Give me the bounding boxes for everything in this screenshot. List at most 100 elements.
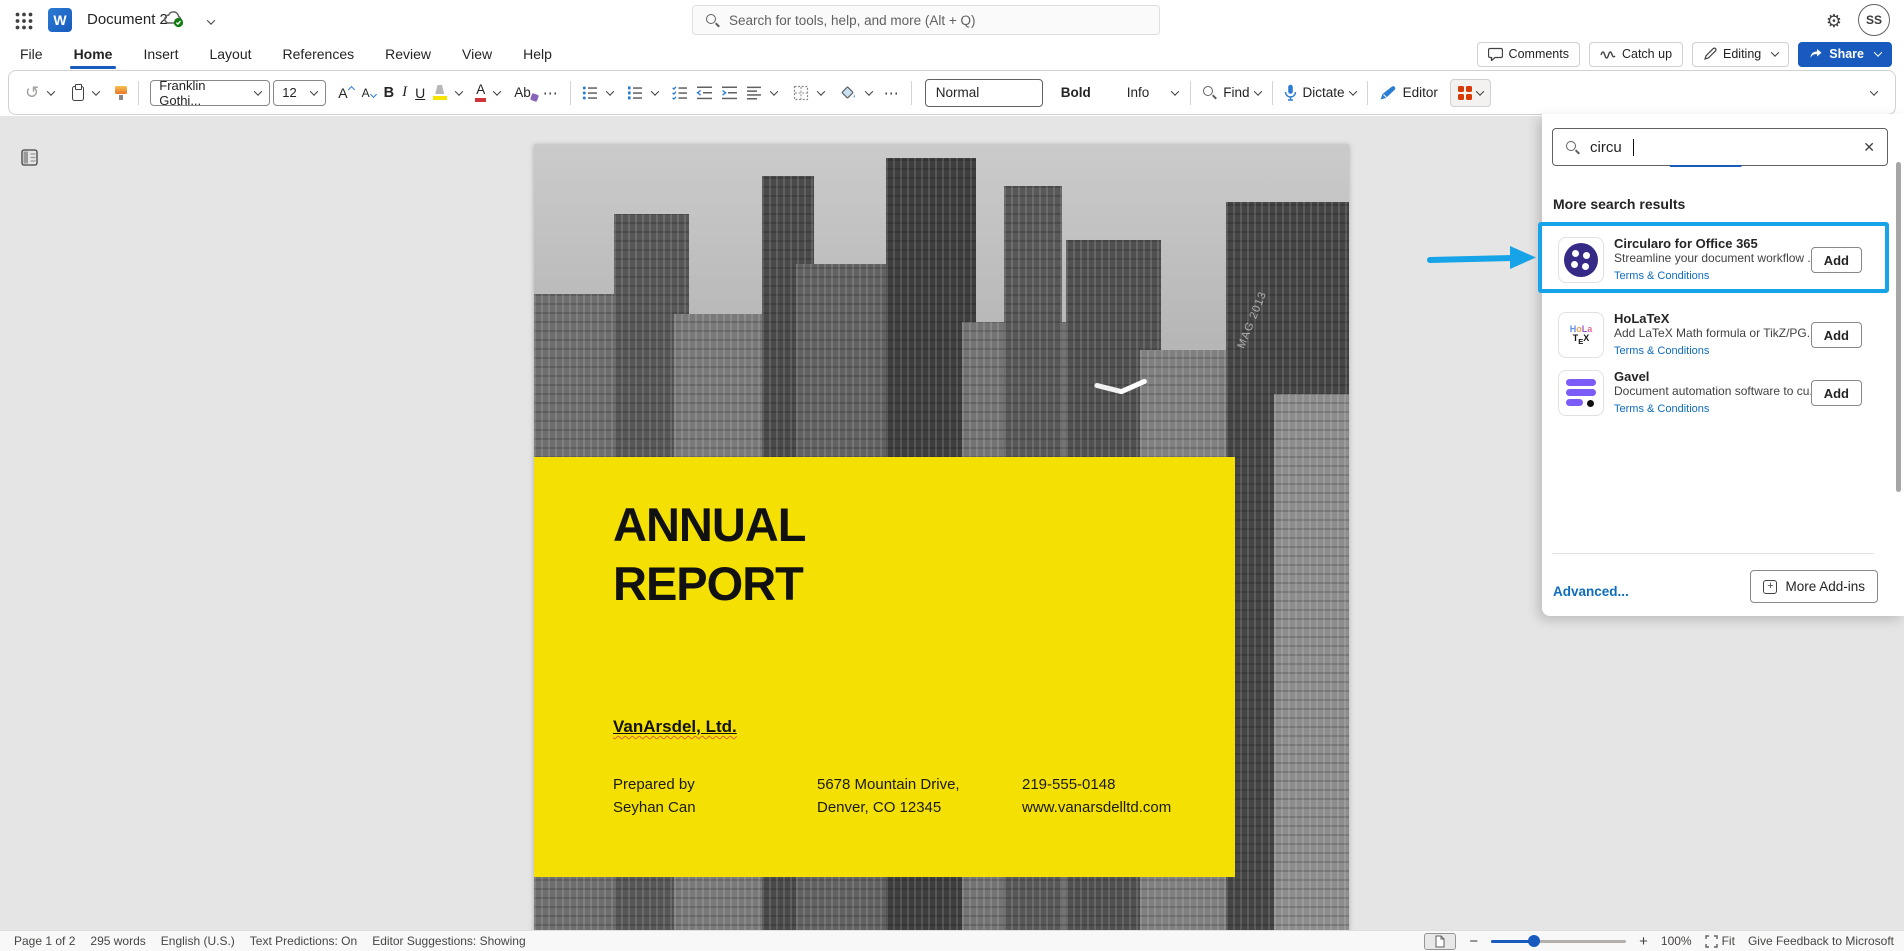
- word-count[interactable]: 295 words: [90, 934, 145, 948]
- document-page[interactable]: MAG 2013 ANNUAL REPORT VanArsdel, Ltd. P…: [534, 144, 1349, 930]
- decrease-indent-button[interactable]: [692, 78, 717, 108]
- menu-review[interactable]: Review: [383, 43, 433, 65]
- align-dropdown-chevron[interactable]: [770, 87, 778, 95]
- font-name-select[interactable]: Franklin Gothi...: [150, 80, 270, 106]
- navigation-pane-toggle[interactable]: [14, 142, 44, 172]
- menu-references[interactable]: References: [281, 43, 357, 65]
- global-search-input[interactable]: Search for tools, help, and more (Alt + …: [692, 5, 1160, 35]
- numbering-button[interactable]: [623, 78, 647, 108]
- add-circularo-button[interactable]: Add: [1811, 247, 1862, 273]
- comment-bubble-icon: [1488, 47, 1503, 61]
- paste-button[interactable]: [68, 78, 88, 108]
- terms-link[interactable]: Terms & Conditions: [1614, 345, 1709, 357]
- more-paragraph-options-button[interactable]: ⋯: [880, 78, 904, 108]
- shading-dropdown-chevron[interactable]: [865, 87, 873, 95]
- editor-suggestions[interactable]: Editor Suggestions: Showing: [372, 934, 525, 948]
- more-font-options-button[interactable]: ⋯: [539, 78, 563, 108]
- checklist-button[interactable]: [668, 78, 692, 108]
- word-logo-letter: W: [53, 12, 66, 28]
- borders-dropdown-chevron[interactable]: [817, 87, 825, 95]
- zoom-out-button[interactable]: −: [1469, 934, 1478, 949]
- waffle-grid-icon: [15, 12, 33, 30]
- addins-panel: circu ✕ More search results Circularo fo…: [1542, 114, 1904, 616]
- menu-insert[interactable]: Insert: [141, 43, 180, 65]
- address-line2: Denver, CO 12345: [817, 796, 1022, 819]
- add-gavel-button[interactable]: Add: [1811, 380, 1862, 406]
- terms-link[interactable]: Terms & Conditions: [1614, 270, 1709, 282]
- highlight-dropdown-chevron[interactable]: [455, 87, 463, 95]
- document-title[interactable]: Document 2: [87, 11, 168, 28]
- fit-button[interactable]: Fit: [1705, 934, 1735, 948]
- bullets-dropdown-chevron[interactable]: [606, 87, 614, 95]
- format-painter-button[interactable]: [111, 78, 131, 108]
- addin-result-circularo[interactable]: Circularo for Office 365 Streamline your…: [1542, 226, 1896, 294]
- font-size-select[interactable]: 12: [273, 80, 326, 106]
- save-status-icon[interactable]: [163, 10, 185, 33]
- avatar[interactable]: SS: [1858, 4, 1890, 36]
- underline-button[interactable]: U: [411, 78, 429, 108]
- catch-up-button[interactable]: Catch up: [1589, 42, 1683, 67]
- bullets-button[interactable]: [578, 78, 602, 108]
- addin-result-gavel[interactable]: Gavel Document automation software to cu…: [1542, 364, 1896, 422]
- zoom-slider[interactable]: [1491, 934, 1626, 948]
- feedback-link[interactable]: Give Feedback to Microsoft: [1748, 934, 1894, 948]
- style-info[interactable]: Info: [1109, 79, 1168, 107]
- panel-scrollbar[interactable]: [1896, 162, 1901, 492]
- contact-block: Prepared by Seyhan Can 5678 Mountain Dri…: [613, 773, 1171, 819]
- addins-button[interactable]: [1450, 79, 1491, 107]
- language[interactable]: English (U.S.): [161, 934, 235, 948]
- terms-link[interactable]: Terms & Conditions: [1614, 403, 1709, 415]
- addins-search-input[interactable]: circu ✕: [1552, 128, 1888, 166]
- bold-button[interactable]: B: [380, 78, 398, 108]
- share-button[interactable]: Share: [1798, 42, 1892, 67]
- clear-search-icon[interactable]: ✕: [1863, 139, 1875, 156]
- comments-button[interactable]: Comments: [1477, 42, 1580, 67]
- undo-button[interactable]: ↺: [21, 78, 43, 108]
- page-info[interactable]: Page 1 of 2: [14, 934, 75, 948]
- styles-dropdown-chevron[interactable]: [1171, 87, 1179, 95]
- menu-layout[interactable]: Layout: [207, 43, 253, 65]
- find-button[interactable]: Find: [1198, 78, 1264, 108]
- page-view-button[interactable]: [1424, 933, 1456, 950]
- style-bold[interactable]: Bold: [1043, 79, 1109, 107]
- zoom-level[interactable]: 100%: [1661, 934, 1692, 948]
- highlight-button[interactable]: [429, 78, 451, 108]
- grow-font-button[interactable]: A: [334, 78, 357, 108]
- editing-mode-button[interactable]: Editing: [1692, 42, 1789, 67]
- style-normal[interactable]: Normal: [925, 79, 1043, 107]
- statusbar-left: Page 1 of 2 295 words English (U.S.) Tex…: [14, 934, 526, 948]
- add-holatex-button[interactable]: Add: [1811, 322, 1862, 348]
- undo-dropdown-chevron[interactable]: [47, 87, 55, 95]
- font-color-dropdown-chevron[interactable]: [493, 87, 501, 95]
- shrink-font-button[interactable]: A: [358, 78, 380, 108]
- increase-indent-button[interactable]: [717, 78, 742, 108]
- slider-thumb[interactable]: [1528, 935, 1540, 947]
- numbering-dropdown-chevron[interactable]: [651, 87, 659, 95]
- paste-dropdown-chevron[interactable]: [92, 87, 100, 95]
- menu-home[interactable]: Home: [72, 43, 115, 65]
- menu-file[interactable]: File: [18, 43, 45, 65]
- dictate-button[interactable]: Dictate: [1280, 78, 1360, 108]
- menu-view[interactable]: View: [460, 43, 494, 65]
- align-button[interactable]: [742, 78, 766, 108]
- advanced-link[interactable]: Advanced...: [1553, 584, 1629, 599]
- building-shape: [1274, 394, 1349, 930]
- italic-button[interactable]: I: [398, 78, 411, 108]
- ribbon-collapse-chevron[interactable]: [1870, 87, 1878, 95]
- text-predictions[interactable]: Text Predictions: On: [250, 934, 357, 948]
- menu-help[interactable]: Help: [521, 43, 554, 65]
- editor-button[interactable]: Editor: [1375, 78, 1442, 108]
- title-dropdown-chevron-icon[interactable]: [197, 9, 219, 31]
- word-logo[interactable]: W: [48, 8, 72, 32]
- settings-gear-icon[interactable]: ⚙: [1820, 7, 1848, 35]
- clear-formatting-button[interactable]: Ab: [510, 78, 539, 108]
- app-launcher-icon[interactable]: [10, 7, 38, 35]
- zoom-in-button[interactable]: +: [1639, 934, 1648, 949]
- shading-button[interactable]: [836, 78, 861, 108]
- chevron-down-icon: [1771, 48, 1779, 56]
- font-color-button[interactable]: A: [472, 78, 489, 108]
- borders-button[interactable]: [789, 78, 813, 108]
- addin-result-holatex[interactable]: HoLa TEX HoLaTeX Add LaTeX Math formula …: [1542, 306, 1896, 364]
- report-title: ANNUAL REPORT: [613, 495, 805, 613]
- more-addins-button[interactable]: + More Add-ins: [1750, 570, 1878, 603]
